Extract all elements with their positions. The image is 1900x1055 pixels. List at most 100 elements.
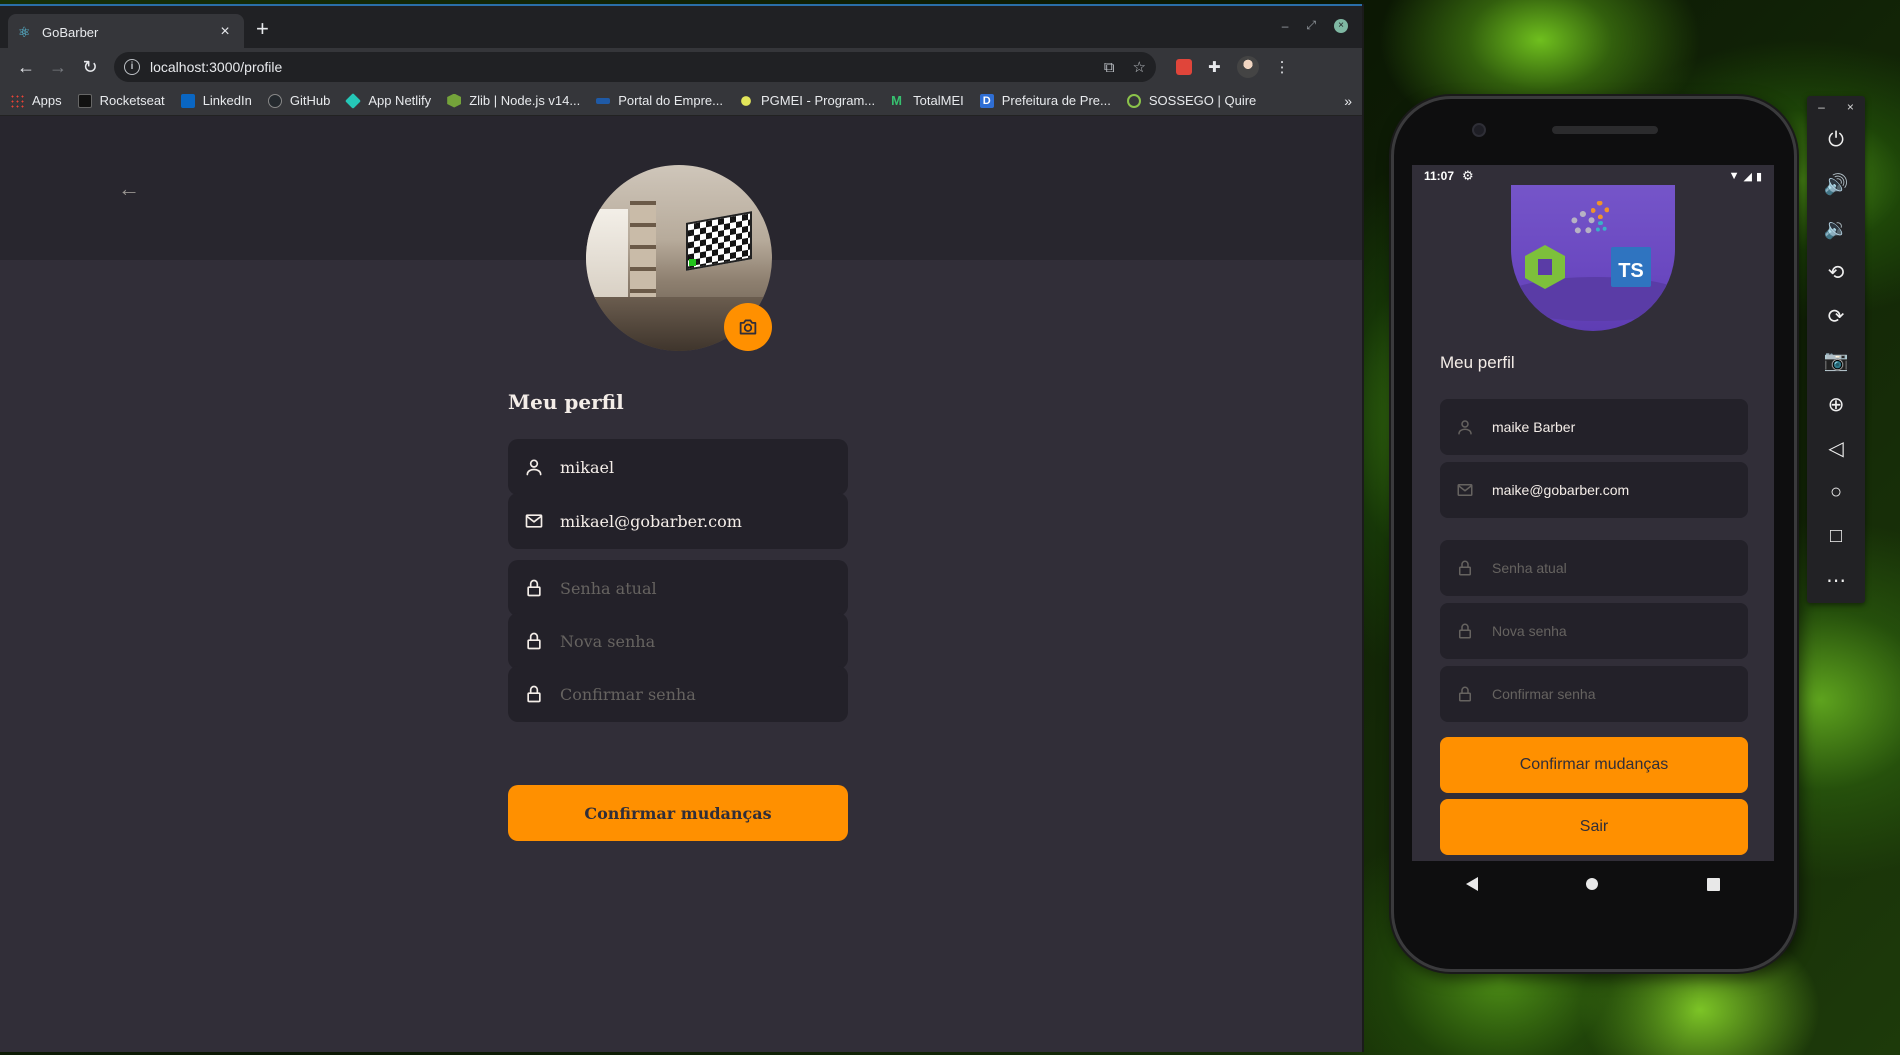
rocketseat-icon bbox=[77, 93, 92, 108]
lock-icon bbox=[527, 632, 541, 650]
tab-close-icon[interactable]: × bbox=[216, 23, 234, 41]
minimize-icon[interactable]: – bbox=[1282, 19, 1289, 33]
address-url[interactable]: localhost:3000/profile bbox=[150, 59, 1086, 75]
confirm-password-input[interactable] bbox=[560, 684, 832, 704]
new-password-input[interactable] bbox=[560, 631, 832, 651]
back-triangle-icon[interactable]: ◁ bbox=[1807, 426, 1865, 470]
mobile-logout-button[interactable]: Sair bbox=[1440, 799, 1748, 855]
back-arrow-icon[interactable]: ← bbox=[118, 176, 140, 202]
mobile-name-input[interactable] bbox=[1492, 419, 1732, 435]
bookmark-totalmei[interactable]: M TotalMEI bbox=[891, 93, 964, 108]
emulator-close-icon[interactable]: × bbox=[1847, 100, 1854, 114]
lock-icon bbox=[1459, 686, 1471, 702]
address-bar[interactable]: i localhost:3000/profile ⧉ ☆ bbox=[114, 52, 1156, 82]
mobile-new-password-field[interactable] bbox=[1440, 603, 1748, 659]
browser-tab[interactable]: ⚛ GoBarber × bbox=[8, 14, 244, 50]
mobile-confirm-password-field[interactable] bbox=[1440, 666, 1748, 722]
confirm-password-field[interactable] bbox=[508, 666, 848, 722]
confirm-changes-button[interactable]: Confirmar mudanças bbox=[508, 785, 848, 841]
mobile-email-field[interactable] bbox=[1440, 462, 1748, 518]
lock-icon bbox=[527, 685, 541, 703]
android-home-icon[interactable] bbox=[1586, 878, 1599, 890]
mobile-avatar[interactable]: TS bbox=[1511, 185, 1675, 331]
user-icon bbox=[526, 459, 542, 476]
current-password-input[interactable] bbox=[560, 578, 832, 598]
back-icon[interactable]: ← bbox=[10, 57, 42, 78]
mobile-profile-screen: 11:07 ⚙ ▼ ◢ ▮ TS Meu perfil maike Barber… bbox=[1412, 165, 1774, 861]
bookmark-pgmei[interactable]: PGMEI - Program... bbox=[739, 93, 875, 108]
new-password-field[interactable] bbox=[508, 613, 848, 669]
browser-toolbar: ← → ↻ i localhost:3000/profile ⧉ ☆ ✚ ⋮ bbox=[0, 48, 1362, 86]
signal-icon: ◢ bbox=[1743, 170, 1752, 183]
overview-square-icon[interactable]: □ bbox=[1807, 514, 1865, 558]
bookmark-portal-empreendedor[interactable]: Portal do Empre... bbox=[596, 93, 723, 108]
reload-icon[interactable]: ↻ bbox=[74, 57, 106, 78]
mobile-confirm-changes-button[interactable]: Confirmar mudanças bbox=[1440, 737, 1748, 793]
nodejs-icon bbox=[447, 93, 462, 108]
bookmark-rocketseat[interactable]: Rocketseat bbox=[77, 93, 165, 108]
translate-icon[interactable]: ⧉ bbox=[1104, 59, 1115, 76]
home-circle-icon[interactable]: ○ bbox=[1807, 470, 1865, 514]
lock-icon bbox=[527, 579, 541, 597]
status-bar: 11:07 ⚙ ▼ ◢ ▮ bbox=[1412, 165, 1774, 187]
more-options-icon[interactable]: ⋯ bbox=[1807, 558, 1865, 602]
bookmark-linkedin[interactable]: LinkedIn bbox=[180, 93, 252, 108]
settings-gear-icon: ⚙ bbox=[1462, 168, 1474, 183]
android-recents-icon[interactable] bbox=[1706, 877, 1720, 891]
camera-icon bbox=[739, 319, 757, 335]
volume-up-icon[interactable]: 🔊 bbox=[1807, 162, 1865, 206]
menu-kebab-icon[interactable]: ⋮ bbox=[1275, 58, 1290, 76]
gear-icon bbox=[1591, 201, 1609, 219]
bookmarks-overflow-button[interactable]: » bbox=[1344, 93, 1352, 109]
email-input[interactable] bbox=[560, 511, 832, 531]
extensions-area: ✚ ⋮ bbox=[1176, 56, 1290, 78]
mobile-name-field[interactable] bbox=[1440, 399, 1748, 455]
mobile-new-password-input[interactable] bbox=[1492, 623, 1732, 639]
mobile-email-input[interactable] bbox=[1492, 482, 1732, 498]
screenshot-camera-icon[interactable]: 📷 bbox=[1807, 338, 1865, 382]
mobile-current-password-field[interactable] bbox=[1440, 540, 1748, 596]
puzzle-extensions-icon[interactable]: ✚ bbox=[1208, 58, 1221, 76]
bookmark-github[interactable]: GitHub bbox=[267, 93, 330, 108]
bookmarks-bar: Apps Rocketseat LinkedIn GitHub App Netl… bbox=[0, 86, 1362, 116]
email-field[interactable] bbox=[508, 493, 848, 549]
restore-icon[interactable]: ⤢ bbox=[1306, 18, 1316, 33]
zoom-icon[interactable]: ⊕ bbox=[1807, 382, 1865, 426]
battery-icon: ▮ bbox=[1755, 170, 1762, 183]
current-password-field[interactable] bbox=[508, 560, 848, 616]
android-back-icon[interactable] bbox=[1466, 877, 1479, 891]
power-icon[interactable]: ⏻ bbox=[1807, 118, 1865, 162]
profile-avatar[interactable] bbox=[1236, 56, 1259, 78]
mobile-confirm-password-input[interactable] bbox=[1492, 686, 1732, 702]
netlify-icon bbox=[345, 92, 362, 109]
mobile-current-password-input[interactable] bbox=[1492, 560, 1732, 576]
bookmark-star-icon[interactable]: ☆ bbox=[1133, 58, 1146, 76]
browser-window: ⚛ GoBarber × + – ⤢ × ← → ↻ i localhost:3… bbox=[0, 4, 1364, 1052]
emulator-control-panel: – × ⏻ 🔊 🔉 ⟲ ⟳ 📷 ⊕ ◁ ○ □ ⋯ bbox=[1807, 96, 1865, 603]
window-close-icon[interactable]: × bbox=[1334, 18, 1348, 33]
avatar-container bbox=[586, 165, 772, 351]
name-field[interactable] bbox=[508, 439, 848, 495]
bookmark-sossego-quire[interactable]: SOSSEGO | Quire bbox=[1126, 93, 1256, 108]
totalmei-icon: M bbox=[891, 92, 902, 108]
extension-icon[interactable] bbox=[1176, 59, 1192, 75]
bookmark-zlib-nodejs[interactable]: Zlib | Node.js v14... bbox=[447, 93, 580, 108]
quire-icon bbox=[1126, 93, 1141, 108]
browser-titlebar: ⚛ GoBarber × + – ⤢ × bbox=[0, 4, 1362, 50]
forward-icon[interactable]: → bbox=[42, 57, 74, 78]
lock-icon bbox=[1459, 623, 1471, 639]
avatar-upload-button[interactable] bbox=[724, 303, 772, 351]
volume-down-icon[interactable]: 🔉 bbox=[1807, 206, 1865, 250]
page-title: Meu perfil bbox=[508, 390, 624, 414]
name-input[interactable] bbox=[560, 457, 832, 477]
emulator-minimize-icon[interactable]: – bbox=[1818, 100, 1825, 114]
site-info-icon[interactable]: i bbox=[124, 59, 140, 75]
new-tab-button[interactable]: + bbox=[256, 16, 269, 42]
rotate-right-icon[interactable]: ⟳ bbox=[1807, 294, 1865, 338]
bookmark-prefeitura[interactable]: D Prefeitura de Pre... bbox=[979, 93, 1111, 108]
bookmark-apps[interactable]: Apps bbox=[10, 93, 62, 108]
rotate-left-icon[interactable]: ⟲ bbox=[1807, 250, 1865, 294]
window-controls: – ⤢ × bbox=[1282, 18, 1348, 33]
bookmark-app-netlify[interactable]: App Netlify bbox=[345, 92, 431, 109]
github-icon bbox=[267, 93, 282, 108]
